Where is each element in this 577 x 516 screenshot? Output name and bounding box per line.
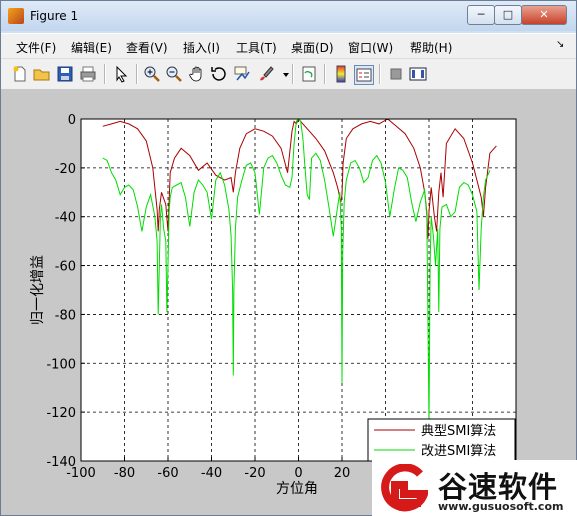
hide-plot-tools-icon[interactable] <box>387 65 405 83</box>
y-tick-label: -140 <box>46 455 76 470</box>
title-bar[interactable]: Figure 1 ─ □ ✕ <box>1 1 576 31</box>
y-tick-label: -120 <box>46 406 76 421</box>
window-title: Figure 1 <box>30 9 79 23</box>
pan-icon[interactable] <box>188 65 206 83</box>
legend-label-smi: 典型SMI算法 <box>421 424 496 439</box>
brush-dropdown-icon[interactable] <box>277 65 289 83</box>
matlab-icon <box>8 8 24 24</box>
watermark-logo <box>381 464 428 512</box>
menu-bar: 文件(F) 编辑(E) 查看(V) 插入(I) 工具(T) 桌面(D) 窗口(W… <box>1 33 576 58</box>
menu-view[interactable]: 查看(V) <box>126 39 168 56</box>
print-icon[interactable] <box>79 65 97 83</box>
zoom-in-icon[interactable] <box>143 65 161 83</box>
x-axis-label: 方位角 <box>276 481 318 497</box>
x-tick-label: -20 <box>244 466 265 481</box>
menu-file[interactable]: 文件(F) <box>16 39 56 56</box>
close-button[interactable]: ✕ <box>521 5 567 25</box>
menu-help[interactable]: 帮助(H) <box>410 39 452 56</box>
rotate-3d-icon[interactable] <box>210 65 228 83</box>
menu-edit[interactable]: 编辑(E) <box>71 39 112 56</box>
brush-icon[interactable] <box>257 65 275 83</box>
legend[interactable]: 典型SMI算法 改进SMI算法 <box>367 418 516 462</box>
new-figure-icon[interactable] <box>11 65 29 83</box>
menu-insert[interactable]: 插入(I) <box>183 39 220 56</box>
x-tick-label: -40 <box>201 466 222 481</box>
menu-tools[interactable]: 工具(T) <box>236 39 277 56</box>
legend-label-improved: 改进SMI算法 <box>421 444 496 459</box>
pointer-icon[interactable] <box>112 65 130 83</box>
x-tick-label: -80 <box>114 466 135 481</box>
y-tick-label: -20 <box>55 162 76 177</box>
watermark-url: www.gusuosoft.com <box>438 500 564 513</box>
watermark: 谷速软件 www.gusuosoft.com <box>372 460 577 516</box>
minimize-button[interactable]: ─ <box>467 5 495 25</box>
y-tick-label: -40 <box>55 211 76 226</box>
menu-desktop[interactable]: 桌面(D) <box>291 39 334 56</box>
zoom-out-icon[interactable] <box>165 65 183 83</box>
show-plot-tools-icon[interactable] <box>409 65 427 83</box>
maximize-button[interactable]: □ <box>494 5 522 25</box>
x-tick-label: 20 <box>334 466 351 481</box>
save-icon[interactable] <box>56 65 74 83</box>
legend-icon[interactable] <box>354 65 374 85</box>
open-file-icon[interactable] <box>33 65 51 83</box>
colorbar-icon[interactable] <box>332 65 350 83</box>
plot-axes: -100-80-60-40-200204060801000-20-40-60-8… <box>29 113 528 497</box>
data-cursor-icon[interactable] <box>233 65 251 83</box>
menu-expand-icon[interactable]: ↘ <box>556 39 564 50</box>
x-tick-label: -60 <box>157 466 178 481</box>
y-tick-label: -100 <box>46 357 76 372</box>
y-tick-label: -60 <box>55 260 76 275</box>
y-tick-label: 0 <box>68 113 76 128</box>
toolbar <box>1 58 576 90</box>
y-tick-label: -80 <box>55 308 76 323</box>
link-plot-icon[interactable] <box>300 65 318 83</box>
y-axis-label: 归一化增益 <box>29 255 46 325</box>
menu-window[interactable]: 窗口(W) <box>348 39 393 56</box>
x-tick-label: 0 <box>294 466 302 481</box>
